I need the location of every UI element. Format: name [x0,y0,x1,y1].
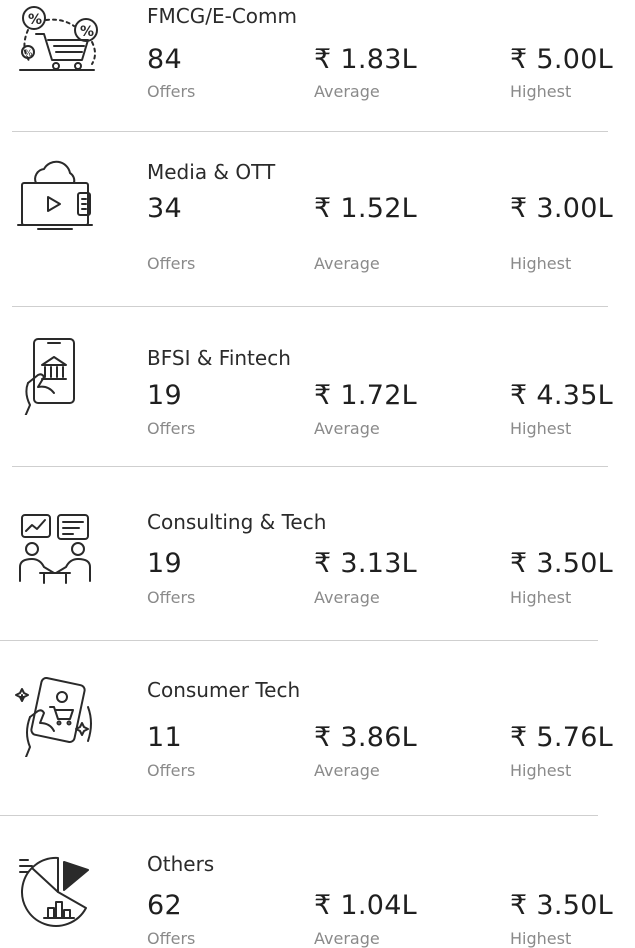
cloud-tv-play-icon [14,159,100,239]
sector-name: Media & OTT [147,160,276,184]
sector-name: Consulting & Tech [147,510,327,534]
sector-name: BFSI & Fintech [147,346,291,370]
highest-ctc: ₹ 5.76L [510,722,614,753]
offers-label: Offers [147,419,196,438]
offers-label: Offers [147,82,196,101]
pie-chart-icon [14,854,100,934]
highest-ctc: ₹ 5.00L [510,44,614,75]
offers-count: 34 [147,193,182,224]
consulting-people-chart-icon [14,511,100,591]
offers-count: 84 [147,44,182,75]
sector-name: FMCG/E-Comm [147,4,297,28]
offers-count: 11 [147,722,182,753]
mobile-bank-hand-icon [14,335,100,415]
svg-text:%: % [28,12,42,28]
average-label: Average [314,761,380,780]
highest-label: Highest [510,761,572,780]
highest-ctc: ₹ 4.35L [510,380,614,411]
average-ctc: ₹ 3.86L [314,722,418,753]
svg-text:%: % [80,24,94,40]
average-ctc: ₹ 1.72L [314,380,418,411]
highest-label: Highest [510,82,572,101]
highest-label: Highest [510,419,572,438]
average-ctc: ₹ 1.83L [314,44,418,75]
offers-count: 19 [147,548,182,579]
highest-label: Highest [510,929,572,948]
sector-row-media: Media & OTT 34 ₹ 1.52L ₹ 3.00L Offers Av… [0,132,635,307]
offers-label: Offers [147,929,196,948]
average-label: Average [314,588,380,607]
offers-count: 19 [147,380,182,411]
svg-text:%: % [24,49,33,59]
average-label: Average [314,82,380,101]
sector-row-consulting: Consulting & Tech 19 ₹ 3.13L ₹ 3.50L Off… [0,467,635,640]
sector-row-bfsi: BFSI & Fintech 19 ₹ 1.72L ₹ 4.35L Offers… [0,307,635,467]
highest-ctc: ₹ 3.50L [510,548,614,579]
sector-row-others: Others 62 ₹ 1.04L ₹ 3.50L Offers Average… [0,816,635,948]
highest-label: Highest [510,254,572,273]
offers-count: 62 [147,890,182,921]
highest-ctc: ₹ 3.00L [510,193,614,224]
average-ctc: ₹ 3.13L [314,548,418,579]
mobile-shopping-cart-icon [14,677,100,757]
sector-row-consumer-tech: Consumer Tech 11 ₹ 3.86L ₹ 5.76L Offers … [0,641,635,815]
sector-name: Others [147,852,215,876]
offers-label: Offers [147,588,196,607]
highest-label: Highest [510,588,572,607]
shopping-cart-discount-icon: % % % [14,0,100,80]
average-label: Average [314,254,380,273]
offers-label: Offers [147,254,196,273]
average-ctc: ₹ 1.52L [314,193,418,224]
sector-row-fmcg: % % % FMCG/E-Comm 84 ₹ 1.83L ₹ 5.00L Off… [0,0,635,130]
average-label: Average [314,419,380,438]
sector-name: Consumer Tech [147,678,301,702]
average-label: Average [314,929,380,948]
offers-label: Offers [147,761,196,780]
average-ctc: ₹ 1.04L [314,890,418,921]
highest-ctc: ₹ 3.50L [510,890,614,921]
